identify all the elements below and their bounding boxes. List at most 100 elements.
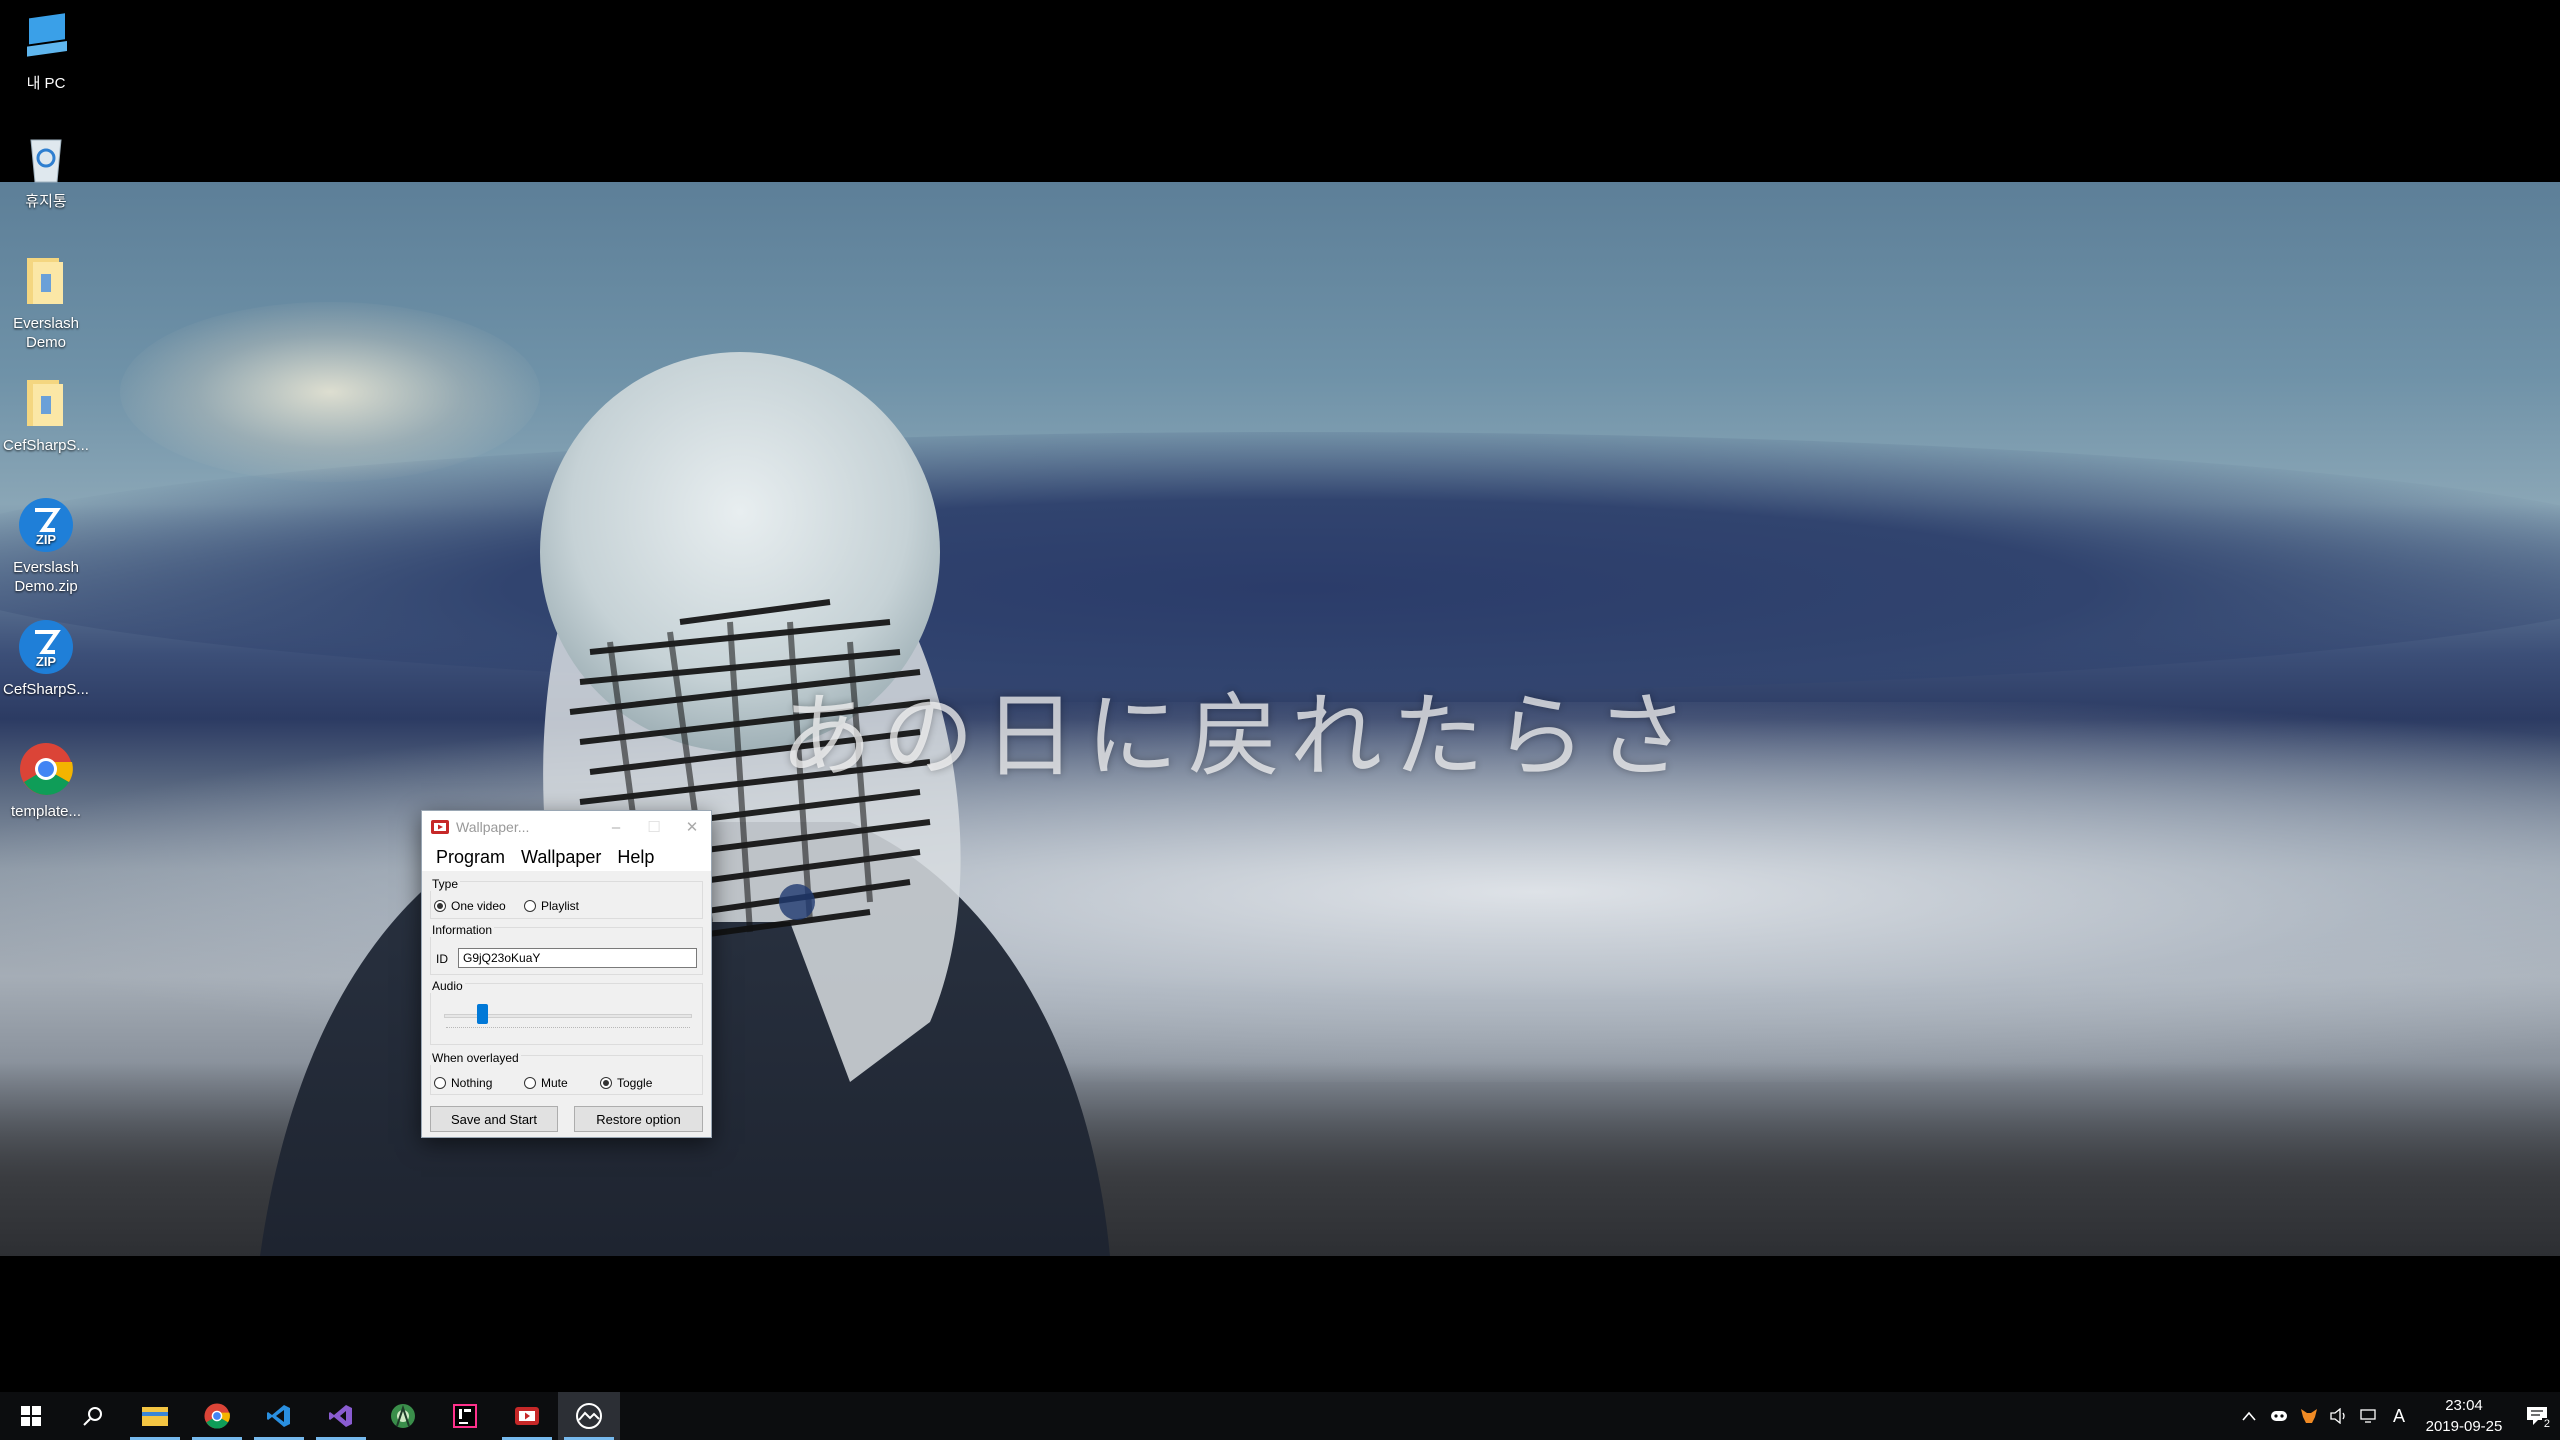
wallpaper-app-icon [431,820,449,834]
zip-archive-icon: ZIP [19,620,73,674]
type-group-title: Type [430,877,461,891]
restore-option-button[interactable]: Restore option [574,1106,703,1132]
fox-icon [2301,1409,2317,1423]
tray-clock[interactable]: 23:04 2019-09-25 [2414,1395,2514,1437]
radio-label: Toggle [617,1076,653,1090]
taskbar-wallpaper-engine[interactable] [558,1392,620,1440]
this-pc-icon [27,13,67,57]
tray-discord[interactable] [2264,1392,2294,1440]
taskbar: A 23:04 2019-09-25 2 [0,1392,2560,1440]
video-id-input[interactable] [458,948,697,968]
id-label: ID [436,952,448,966]
radio-one-video[interactable]: One video [434,899,506,913]
desktop-icon-cefsharp-folder[interactable]: CefSharpS... [0,374,92,455]
radio-playlist[interactable]: Playlist [524,899,579,913]
radio-indicator [434,1077,446,1089]
radio-indicator [600,1077,612,1089]
desktop-icon-label: template... [10,803,82,820]
vscode-icon [267,1405,290,1427]
chevron-up-icon [2242,1411,2256,1421]
visual-studio-icon [329,1405,352,1427]
desktop-icon-this-pc[interactable]: 내 PC [0,12,92,93]
desktop-icon-label: 내 PC [26,75,66,92]
radio-indicator [524,1077,536,1089]
taskbar-chrome[interactable] [186,1392,248,1440]
svg-text:ZIP: ZIP [36,532,57,547]
menu-help[interactable]: Help [609,847,662,868]
wallpaper-engine-icon [576,1403,602,1429]
radio-indicator [524,900,536,912]
tray-network[interactable] [2354,1392,2384,1440]
folder-icon [27,380,63,426]
chrome-icon [204,1403,230,1429]
window-title: Wallpaper... [456,819,530,835]
save-and-start-button[interactable]: Save and Start [430,1106,558,1132]
clock-time: 23:04 [2445,1397,2483,1414]
notification-count-badge: 2 [2541,1418,2552,1430]
radio-label: Nothing [451,1076,493,1090]
clock-date: 2019-09-25 [2425,1418,2503,1435]
maximize-button[interactable]: ☐ [635,811,673,843]
desktop: あの日に戻れたらさ 내 PC 휴지통 Everslash Demo CefSha… [0,0,2560,1440]
desktop-icon-label: Everslash Demo.zip [13,559,79,595]
wallpaper-video: あの日に戻れたらさ [0,182,2560,1256]
radio-indicator [434,900,446,912]
radio-label: Playlist [541,899,580,913]
taskbar-vscode[interactable] [248,1392,310,1440]
radio-nothing[interactable]: Nothing [434,1076,492,1090]
desktop-icon-label: CefSharpS... [3,681,89,698]
svg-text:ZIP: ZIP [36,654,57,669]
recycle-bin-icon [30,139,62,183]
wallpaper-app-window: Wallpaper... – ☐ ✕ Program Wallpaper Hel… [421,810,712,1138]
desktop-icon-recycle-bin[interactable]: 휴지통 [0,130,92,211]
radio-mute[interactable]: Mute [524,1076,568,1090]
chrome-icon [20,743,73,795]
desktop-icon-label: 휴지통 [25,193,67,210]
discord-icon [2271,1411,2287,1421]
system-tray: A 23:04 2019-09-25 2 [2234,1392,2560,1440]
taskbar-wallpaper-app[interactable] [496,1392,558,1440]
radio-toggle[interactable]: Toggle [600,1076,652,1090]
overlay-group-title: When overlayed [430,1051,521,1065]
android-studio-icon [391,1404,415,1428]
desktop-icon-cefsharp-zip[interactable]: ZIP CefSharpS... [0,618,92,699]
speaker-icon [2330,1408,2345,1424]
information-group-title: Information [430,923,495,937]
network-icon [2360,1409,2376,1423]
start-button[interactable] [0,1392,62,1440]
volume-slider-thumb[interactable] [477,1004,489,1024]
search-button[interactable] [62,1392,124,1440]
minimize-button[interactable]: – [597,811,635,843]
desktop-icon-everslash-demo[interactable]: Everslash Demo [0,252,92,352]
menu-program[interactable]: Program [428,847,513,868]
desktop-icon-label: CefSharpS... [3,437,89,454]
tray-metamask[interactable] [2294,1392,2324,1440]
action-center-button[interactable]: 2 [2514,1392,2560,1440]
taskbar-intellij[interactable] [434,1392,496,1440]
close-button[interactable]: ✕ [673,811,711,843]
search-icon [83,1407,102,1426]
desktop-icon-everslash-zip[interactable]: ZIP Everslash Demo.zip [0,496,92,596]
tray-volume[interactable] [2324,1392,2354,1440]
tray-ime[interactable]: A [2384,1392,2414,1440]
start-icon [21,1406,41,1426]
folder-icon [27,258,63,304]
desktop-icon-template-chrome[interactable]: template... [0,740,92,821]
desktop-icon-label: Everslash Demo [13,315,79,351]
intellij-icon [453,1404,477,1428]
taskbar-android-studio[interactable] [372,1392,434,1440]
tray-overflow-button[interactable] [2234,1392,2264,1440]
window-titlebar[interactable]: Wallpaper... – ☐ ✕ [422,811,711,843]
volume-slider-ticks [446,1027,690,1031]
taskbar-visual-studio[interactable] [310,1392,372,1440]
menu-wallpaper[interactable]: Wallpaper [513,847,609,868]
radio-label: Mute [541,1076,568,1090]
audio-group-title: Audio [430,979,465,993]
file-explorer-icon [142,1407,168,1426]
wallpaper-app-icon [515,1407,539,1425]
taskbar-file-explorer[interactable] [124,1392,186,1440]
wallpaper-lyric: あの日に戻れたらさ [780,683,1699,790]
radio-label: One video [451,899,506,913]
menu-bar: Program Wallpaper Help [422,843,711,871]
zip-archive-icon: ZIP [19,498,73,552]
